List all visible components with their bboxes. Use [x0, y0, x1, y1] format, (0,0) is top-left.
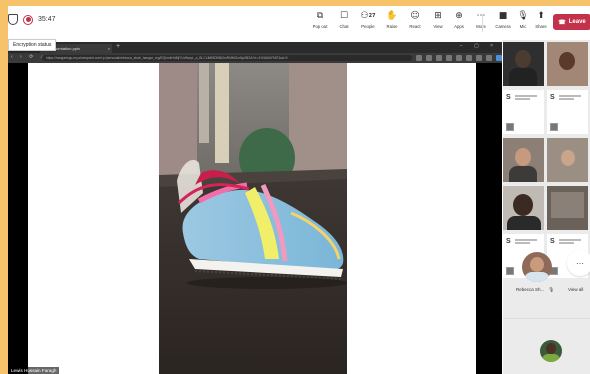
participant-video-tile[interactable]	[503, 186, 544, 230]
toolbar-divider	[482, 14, 483, 32]
react-button[interactable]: ☺ React	[403, 10, 427, 29]
mic-muted-icon: 🎙	[548, 287, 555, 292]
encryption-status-tooltip: Encryption status	[8, 39, 57, 51]
pop-out-icon: ⧉	[316, 11, 324, 21]
meeting-status: 35:47	[8, 14, 56, 25]
banner-graphic	[515, 95, 537, 100]
participant-face	[515, 148, 531, 166]
new-tab-icon[interactable]: +	[116, 43, 120, 50]
raise-hand-icon: ✋	[386, 11, 398, 21]
browser-tab-strip: Presentation.pptx × + – ▢ ×	[8, 42, 502, 53]
apps-button[interactable]: ⊕ Apps	[447, 10, 471, 29]
more-button[interactable]: ⋯ More	[469, 10, 493, 29]
share-button[interactable]: ⬆ Share	[529, 10, 553, 29]
company-logo-icon: S	[506, 238, 511, 245]
apps-icon: ⊕	[455, 11, 463, 21]
people-button[interactable]: ⚇ 27 People	[356, 10, 380, 29]
view-all-label: View all	[568, 287, 584, 292]
participants-panel: S S S S	[503, 40, 590, 374]
participant-face	[561, 150, 575, 166]
more-icon: ⋯	[476, 11, 486, 21]
participant-video-tile[interactable]	[547, 138, 588, 182]
participant-video-tile[interactable]	[547, 186, 588, 230]
phone-hangup-icon: ☎	[558, 19, 566, 26]
self-view-avatar[interactable]	[540, 340, 562, 362]
recording-icon	[23, 14, 33, 25]
participant-mini-avatar	[550, 123, 558, 131]
banner-graphic	[515, 239, 537, 244]
participant-video-tile[interactable]	[503, 42, 544, 86]
banner-graphic	[559, 239, 581, 244]
leave-button[interactable]: ☎ Leave	[553, 14, 590, 30]
shared-screen: Presentation.pptx × + – ▢ × ‹ › ⟳ ⌂ http…	[8, 42, 502, 374]
participant-name: Rebecca Sh... 🎙	[516, 287, 555, 292]
teams-meeting-window: 35:47 ⧉ Pop out ☐ Chat ⚇ 27 People ✋ Rais…	[8, 6, 590, 374]
mic-off-icon: 🎙	[517, 11, 529, 21]
window-controls[interactable]: – ▢ ×	[460, 43, 498, 49]
more-dots-icon: ⋯	[576, 258, 584, 268]
participant-video-tile[interactable]	[503, 138, 544, 182]
presentation-slide	[28, 63, 476, 374]
company-logo-icon: S	[550, 238, 555, 245]
participant-face	[515, 50, 531, 68]
people-count: 27	[368, 13, 376, 19]
meeting-toolbar: 35:47 ⧉ Pop out ☐ Chat ⚇ 27 People ✋ Rais…	[8, 6, 590, 40]
react-icon: ☺	[410, 11, 420, 21]
browser-address-bar: ‹ › ⟳ ⌂ https://hangarlogo-my.sharepoint…	[8, 53, 502, 63]
panel-divider	[503, 318, 590, 319]
browser-extension-icons[interactable]	[416, 55, 502, 61]
people-icon: ⚇ 27	[360, 11, 376, 21]
participant-banner-tile[interactable]: S	[547, 90, 588, 134]
chat-icon: ☐	[339, 11, 349, 21]
participant-mini-avatar	[506, 123, 514, 131]
view-icon: ⊞	[434, 11, 442, 21]
participant-face	[559, 52, 575, 70]
pop-out-button[interactable]: ⧉ Pop out	[308, 10, 332, 29]
chat-button[interactable]: ☐ Chat	[332, 10, 356, 29]
company-logo-icon: S	[550, 94, 555, 101]
participant-mini-avatar	[506, 267, 514, 275]
camera-icon: ■	[498, 11, 508, 21]
banner-graphic	[559, 95, 581, 100]
participant-avatar[interactable]	[522, 252, 552, 282]
tab-close-icon[interactable]: ×	[108, 46, 112, 51]
participant-face	[513, 194, 533, 216]
active-speaker-name: Lewis Hussain Faragh	[8, 367, 60, 374]
meeting-timer: 35:47	[38, 16, 56, 23]
participant-video-tile[interactable]	[547, 42, 588, 86]
share-icon: ⬆	[537, 11, 545, 21]
raise-hand-button[interactable]: ✋ Raise	[380, 10, 404, 29]
url-field[interactable]: https://hangarlogo-my.sharepoint.com/:p:…	[42, 55, 412, 61]
participant-banner-tile[interactable]: S	[503, 90, 544, 134]
shoe-sculpture-photo	[159, 63, 347, 374]
view-all-button[interactable]: ⋯	[567, 250, 590, 276]
encryption-shield-icon[interactable]	[8, 14, 18, 25]
company-logo-icon: S	[506, 94, 511, 101]
